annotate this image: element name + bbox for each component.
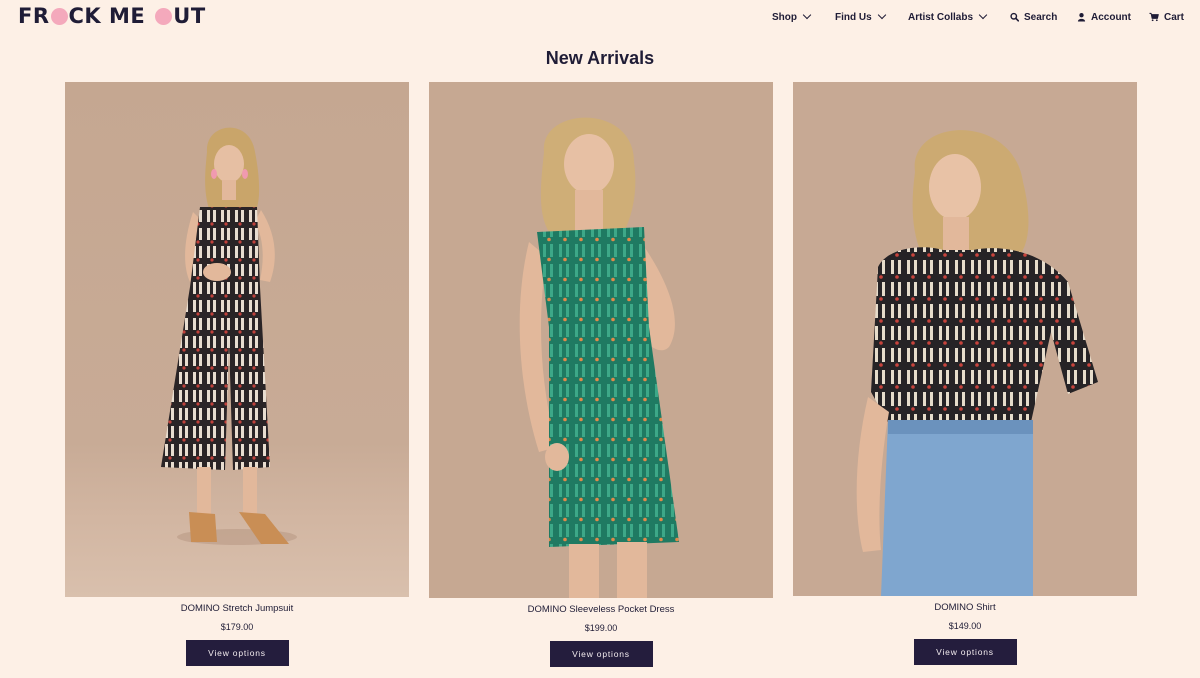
nav-account-label: Account — [1091, 11, 1131, 23]
product-name[interactable]: DOMINO Sleeveless Pocket Dress — [429, 603, 773, 616]
product-photo-illustration — [161, 127, 297, 545]
product-card: DOMINO Shirt $149.00 View options — [793, 82, 1137, 665]
product-image[interactable] — [429, 82, 773, 598]
nav-shop-label: Shop — [772, 11, 797, 23]
cart-icon — [1149, 12, 1159, 22]
nav-search[interactable]: Search — [1010, 12, 1057, 23]
logo-o-circle — [50, 7, 68, 25]
nav-find-us-label: Find Us — [835, 11, 872, 23]
logo-text-part1: FR — [18, 4, 50, 28]
nav-artist-collabs-label: Artist Collabs — [908, 11, 974, 23]
site-header: FR CK ME UT Shop Find Us Artist Collabs … — [0, 0, 1200, 36]
logo-text-part3: UT — [173, 4, 206, 28]
nav-search-label: Search — [1024, 11, 1058, 23]
view-options-button[interactable]: View options — [185, 640, 289, 666]
page-title: New Arrivals — [545, 48, 655, 68]
product-name[interactable]: DOMINO Shirt — [793, 601, 1137, 614]
chevron-down-icon — [978, 10, 988, 20]
product-photo-illustration — [856, 130, 1098, 596]
search-icon — [1010, 12, 1019, 22]
logo-text-part2: CK ME — [68, 4, 146, 28]
chevron-down-icon — [877, 10, 886, 20]
nav-cart-label: Cart — [1164, 11, 1185, 23]
product-card: DOMINO Stretch Jumpsuit $179.00 View opt… — [65, 82, 409, 666]
user-icon — [1077, 13, 1086, 22]
product-price: $149.00 — [948, 621, 982, 631]
product-photo-illustration — [519, 117, 679, 598]
chevron-down-icon — [802, 10, 812, 20]
nav-find-us[interactable]: Find Us — [835, 10, 886, 23]
brand-logo[interactable]: FR CK ME UT — [18, 4, 206, 28]
logo-o-circle — [155, 7, 173, 25]
product-price: $199.00 — [584, 623, 618, 633]
product-price: $179.00 — [220, 622, 254, 632]
view-options-button[interactable]: View options — [549, 641, 653, 667]
nav-shop[interactable]: Shop — [772, 10, 812, 23]
product-card: DOMINO Sleeveless Pocket Dress $199.00 V… — [429, 82, 773, 667]
nav-cart[interactable]: Cart — [1149, 12, 1184, 23]
product-image[interactable] — [793, 82, 1137, 596]
view-options-button[interactable]: View options — [913, 639, 1017, 665]
product-name[interactable]: DOMINO Stretch Jumpsuit — [65, 602, 409, 615]
nav-artist-collabs[interactable]: Artist Collabs — [908, 10, 988, 23]
nav-account[interactable]: Account — [1077, 12, 1131, 23]
product-image[interactable] — [65, 82, 409, 597]
